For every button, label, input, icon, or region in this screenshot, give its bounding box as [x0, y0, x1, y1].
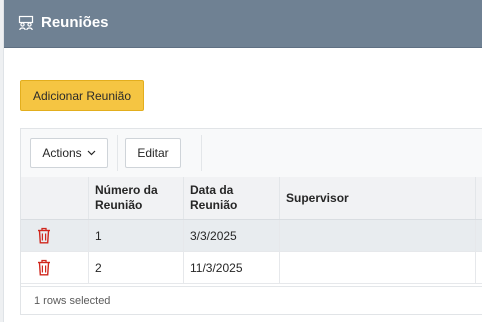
grid-toolbar: Actions Editar — [21, 129, 482, 178]
column-header-numero[interactable]: Número da Reunião — [88, 177, 183, 219]
meetings-region: Reuniões Adicionar Reunião Actions Edita… — [4, 0, 482, 322]
cell-data: 11/3/2025 — [183, 252, 279, 283]
column-header-data[interactable]: Data da Reunião — [183, 177, 279, 219]
cell-supervisor — [279, 252, 475, 283]
region-header: Reuniões — [4, 0, 482, 48]
table-row[interactable]: 1 3/3/2025 — [21, 220, 482, 252]
cell-supervisor — [279, 220, 475, 251]
meetings-grid: Actions Editar Número da Reunião Data da… — [20, 128, 482, 315]
cell-extra — [475, 252, 482, 283]
selection-status: 1 rows selected — [21, 286, 482, 314]
edit-button[interactable]: Editar — [125, 138, 181, 168]
chevron-down-icon — [87, 150, 96, 156]
column-header-supervisor[interactable]: Supervisor — [279, 177, 475, 219]
toolbar-divider — [201, 135, 202, 171]
trash-icon[interactable] — [37, 259, 51, 276]
cell-numero: 1 — [88, 220, 183, 251]
cell-data: 3/3/2025 — [183, 220, 279, 251]
table-row[interactable]: 2 11/3/2025 — [21, 252, 482, 284]
toolbar-divider — [117, 135, 118, 171]
actions-menu-button[interactable]: Actions — [30, 138, 108, 168]
add-meeting-button[interactable]: Adicionar Reunião — [20, 80, 144, 111]
trash-icon[interactable] — [37, 227, 51, 244]
column-header-extra — [475, 177, 482, 219]
table-header: Número da Reunião Data da Reunião Superv… — [21, 177, 482, 220]
people-group-icon — [18, 15, 34, 31]
delete-cell — [21, 220, 88, 251]
column-header-selector — [21, 177, 88, 219]
cell-extra — [475, 220, 482, 251]
delete-cell — [21, 252, 88, 283]
cell-numero: 2 — [88, 252, 183, 283]
region-title: Reuniões — [41, 14, 109, 31]
actions-label: Actions — [42, 146, 82, 160]
